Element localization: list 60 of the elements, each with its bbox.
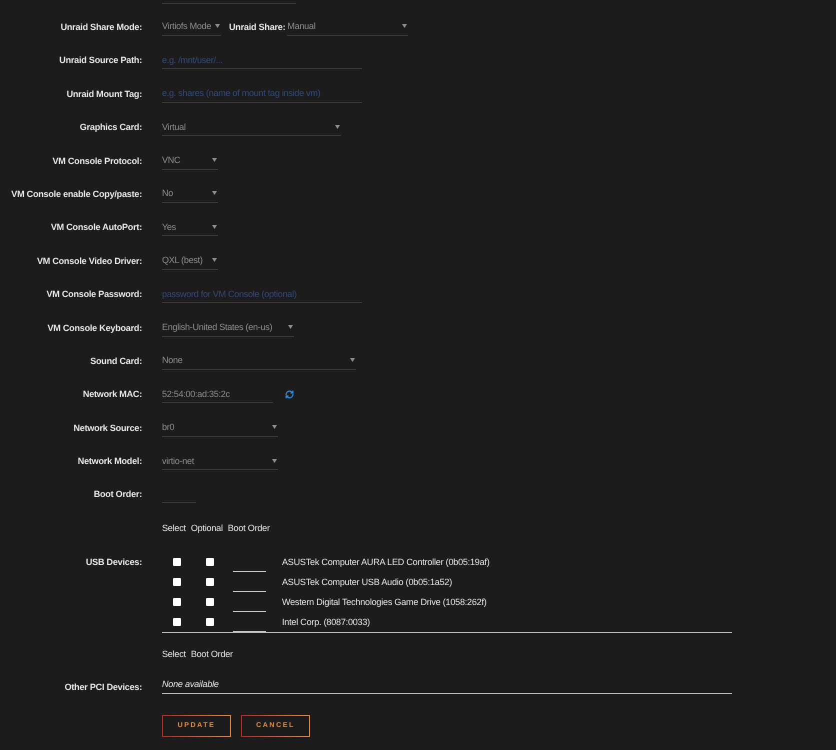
field-label: Unraid Share Mode: [60, 22, 142, 32]
caret-icon [212, 258, 217, 262]
field-label: Unraid Source Path: [59, 55, 142, 66]
select-field[interactable]: Yes [162, 218, 218, 236]
field-label: Network Model: [78, 456, 142, 466]
column-header: Boot Order [228, 522, 270, 533]
checkbox[interactable] [206, 558, 214, 566]
checkbox[interactable] [172, 618, 180, 626]
select-field[interactable]: QXL (best) [162, 252, 218, 270]
caret-icon [212, 158, 217, 162]
device-name: Intel Corp. (8087:0033) [282, 616, 371, 627]
field-label: VM Console Video Driver: [36, 256, 142, 266]
input-field[interactable]: 52:54:00:ad:35:2c [162, 385, 273, 404]
field-label: Unraid Mount Tag: [66, 88, 142, 99]
checkbox[interactable] [172, 578, 180, 586]
caret-icon [335, 124, 340, 129]
checkbox[interactable] [172, 598, 180, 606]
select-field[interactable]: Virtual [162, 118, 341, 136]
field-label: VM Console AutoPort: [50, 222, 142, 232]
caret-icon [215, 24, 220, 28]
device-name: ASUSTek Computer USB Audio (0b05:1a52) [282, 576, 453, 587]
field-label: VM Console enable Copy/paste: [11, 188, 142, 199]
field-label: VM Console Password: [46, 289, 142, 300]
checkbox[interactable] [206, 578, 214, 586]
checkbox[interactable] [172, 558, 180, 566]
field-label: Boot Order: [94, 489, 142, 500]
column-header: Optional [190, 522, 223, 533]
select-field[interactable]: None [162, 352, 356, 370]
column-header: Boot Order [190, 648, 233, 659]
field-label: Network Source: [73, 422, 142, 433]
caret-icon [212, 191, 217, 196]
field-label: Network MAC: [82, 389, 142, 400]
field-label: USB Devices: [86, 556, 142, 567]
checkbox[interactable] [206, 598, 214, 606]
select-field[interactable]: No [162, 184, 218, 203]
select-field[interactable]: Manual [287, 18, 408, 36]
select-field[interactable]: Virtiofs Mode [162, 18, 221, 36]
field-label: Unraid Share: [229, 22, 286, 32]
select-field[interactable]: English-United States (en-us) [162, 318, 294, 336]
field-label: Other PCI Devices: [64, 682, 142, 692]
select-field[interactable]: virtio-net [162, 452, 278, 470]
caret-icon [350, 358, 355, 362]
caret-icon [402, 24, 408, 28]
device-name: Western Digital Technologies Game Drive (1058:262f) [282, 596, 488, 607]
field-label: Sound Card: [90, 356, 142, 366]
column-header: Select [162, 522, 186, 533]
field-label: VM Console Keyboard: [47, 322, 142, 332]
caret-icon [272, 458, 277, 463]
checkbox[interactable] [206, 618, 214, 626]
refresh-icon[interactable] [285, 390, 294, 399]
select-field[interactable]: br0 [162, 418, 278, 437]
field-label: Graphics Card: [80, 122, 142, 132]
field-label: VM Console Protocol: [52, 156, 142, 166]
empty-message: None available [162, 679, 219, 690]
caret-icon [288, 325, 293, 329]
select-field[interactable]: VNC [162, 152, 218, 170]
column-header: Select [162, 648, 186, 659]
device-name: ASUSTek Computer AURA LED Controller (0b05:19af) [282, 556, 490, 567]
caret-icon [272, 425, 277, 430]
caret-icon [212, 224, 217, 229]
